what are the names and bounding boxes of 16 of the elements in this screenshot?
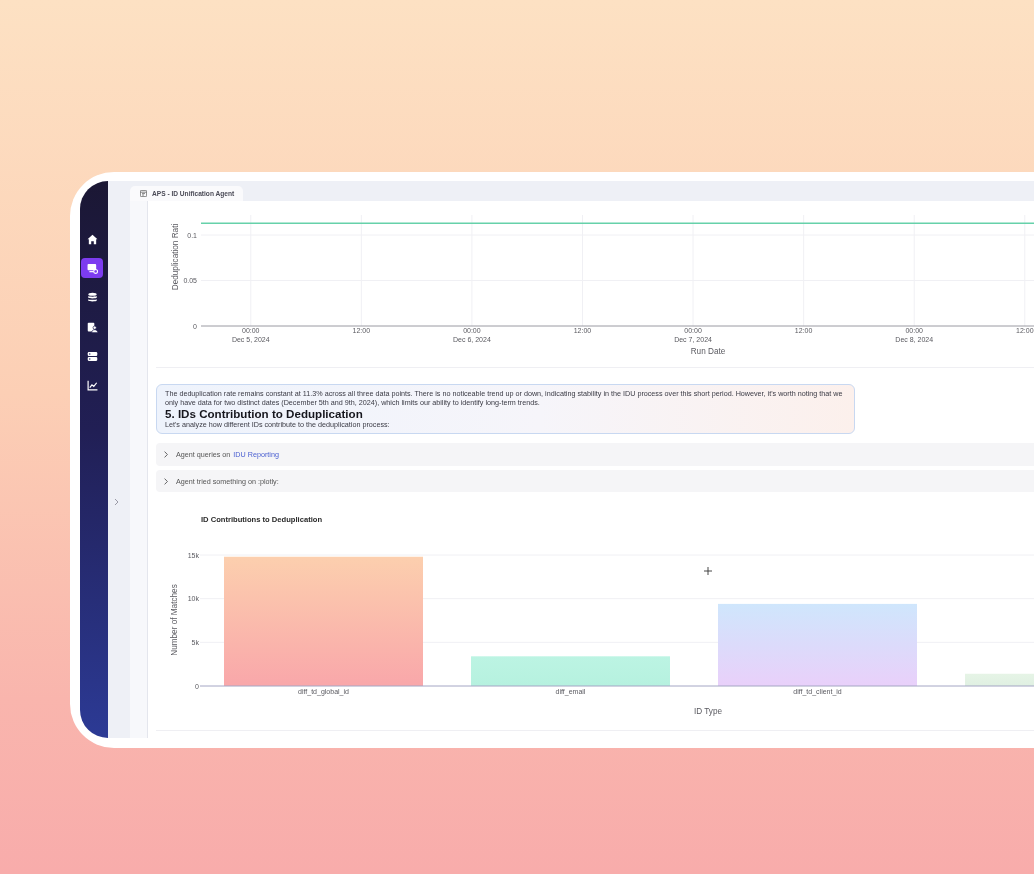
home-icon [86, 233, 98, 245]
sidebar-item[interactable] [81, 258, 103, 279]
contact-icon [86, 321, 98, 333]
section-heading: 5. IDs Contribution to Deduplication [165, 407, 364, 420]
server-icon [86, 351, 98, 363]
database-icon [86, 292, 98, 304]
monitor-icon [86, 262, 98, 274]
crosshair-icon [703, 566, 713, 576]
chevron-icon [164, 451, 168, 458]
x-axis-title: ID Type [693, 707, 723, 716]
line-chart-icon [86, 380, 98, 392]
y-axis-title: Number of Matches [170, 584, 179, 656]
window-icon [140, 190, 147, 197]
x-axis-title: Run Date [690, 347, 726, 356]
chevron-icon [164, 477, 168, 485]
y-axis-title: Deduplication Rati [171, 223, 180, 291]
